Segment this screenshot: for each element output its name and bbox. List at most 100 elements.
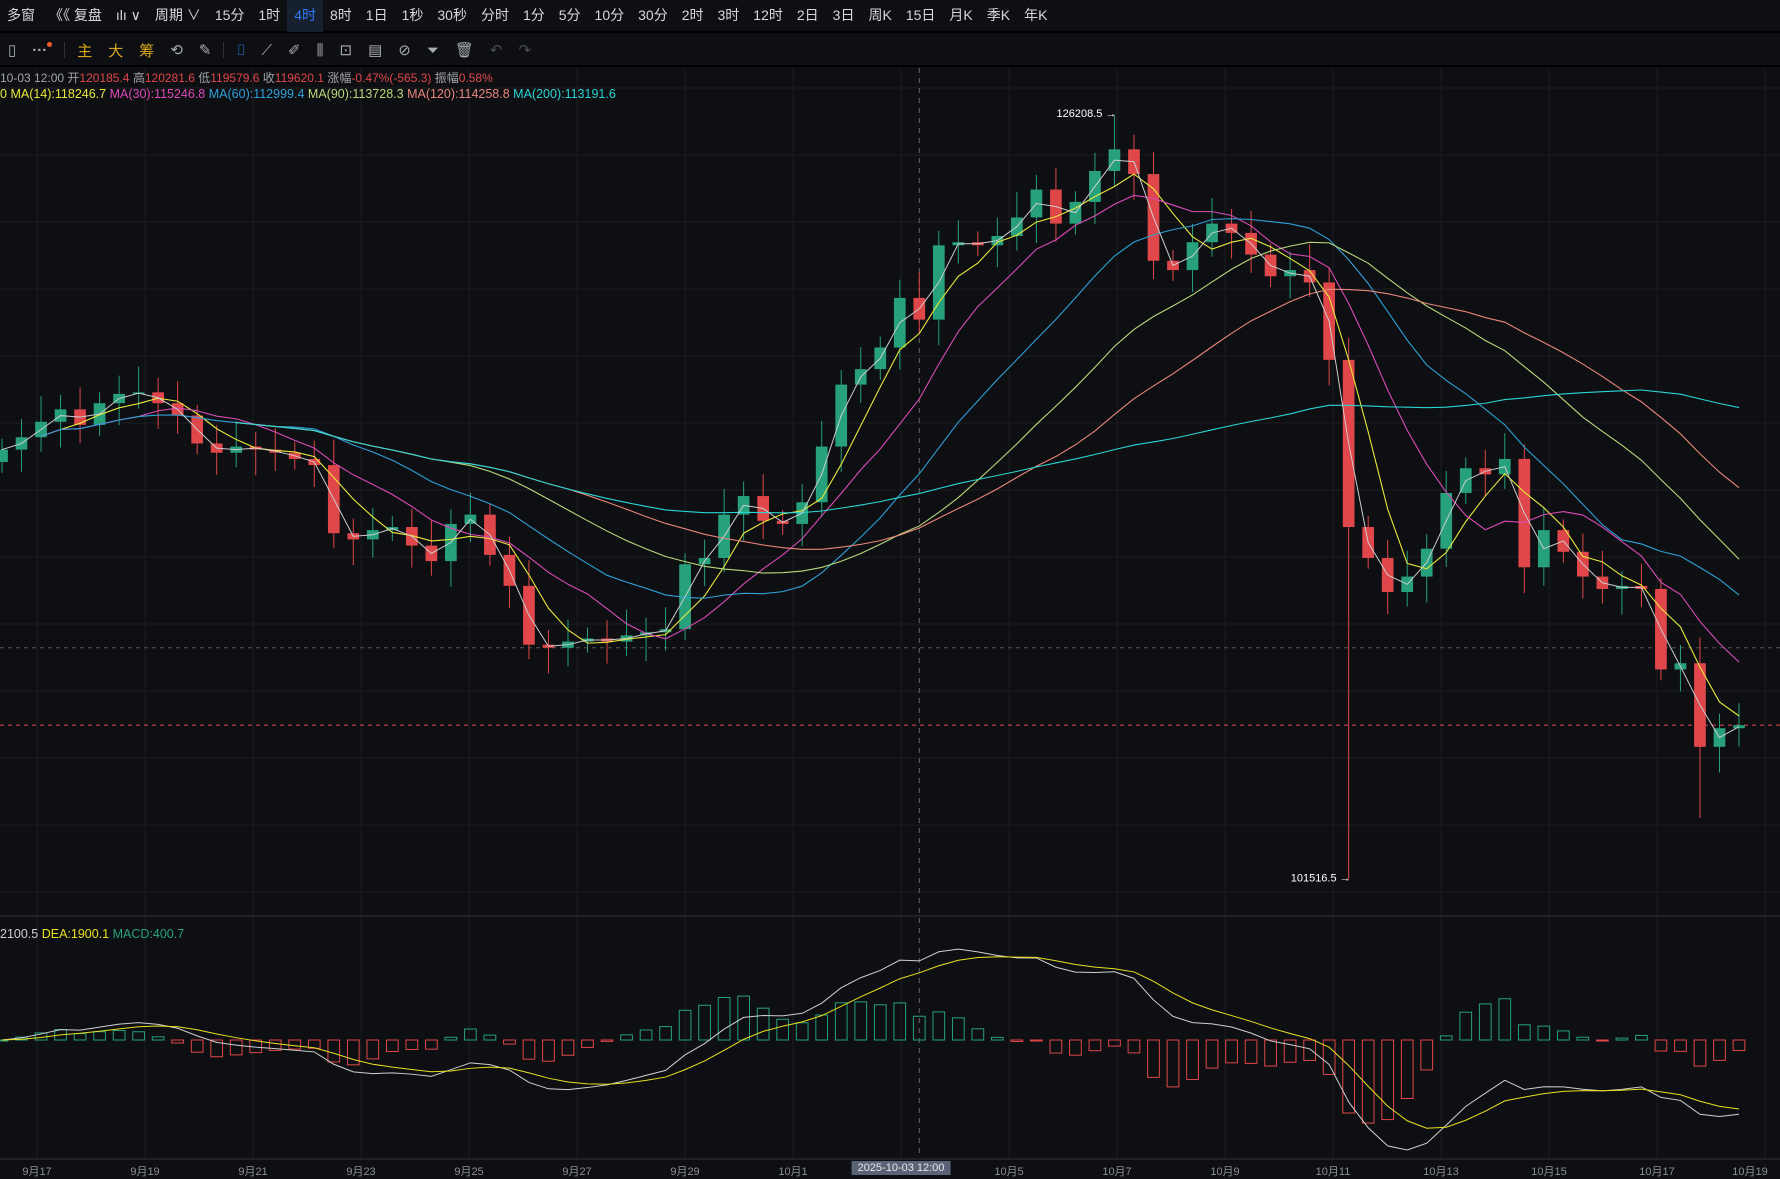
period-17[interactable]: 3时 [711, 0, 747, 32]
candle-body [0, 449, 8, 463]
time-tick: 9月21 [238, 1166, 268, 1178]
ma60-value: MA(60):112999.4 [208, 87, 305, 101]
macd-bar [639, 1029, 653, 1041]
macd-bar [1615, 1037, 1629, 1041]
trash-icon[interactable]: 🗑 [447, 41, 482, 59]
macd-bar [1596, 1039, 1609, 1042]
macd-bar [1108, 1039, 1121, 1047]
macd-bar [1556, 1030, 1570, 1041]
period-11[interactable]: 分时 [474, 0, 516, 32]
macd-bar [1225, 1039, 1238, 1064]
macd-bar [93, 1031, 106, 1041]
ma90-line [236, 241, 1740, 574]
period-6[interactable]: 4时 [287, 0, 323, 32]
period-bar: 多窗 《《 复盘 ılı ∨ 周期 ∨ 15分 1时 4时 8时 1日 1秒 30秒 分时 1分 5分 10… [0, 0, 1780, 33]
macd-bar [405, 1039, 419, 1050]
macd-bar [1147, 1039, 1160, 1078]
amplitude-label: 振幅 [434, 71, 459, 85]
macd-bar [1459, 1011, 1473, 1041]
macd-legend: 2100.5 DEA:1900.1 MACD:400.7 [0, 927, 184, 941]
period-1[interactable]: 《《 复盘 [42, 0, 109, 32]
amplitude-value: 0.58% [458, 71, 493, 85]
time-tick: 2025-10-03 12:00 [851, 1161, 951, 1175]
cycle-icon[interactable]: ⟲ [162, 41, 191, 59]
magnet-icon[interactable]: ⊘ [390, 41, 419, 59]
macd-bar [385, 1039, 399, 1052]
close-value: 119620.1 [274, 71, 324, 85]
period-7[interactable]: 8时 [323, 0, 359, 32]
macd-bar [1400, 1039, 1414, 1099]
macd-bar [1498, 998, 1512, 1041]
period-9[interactable]: 1秒 [395, 0, 431, 32]
macd-bar [932, 1011, 946, 1041]
macd-bar [600, 1039, 614, 1042]
macd-bar [1205, 1039, 1219, 1069]
macd-bar [815, 1014, 829, 1041]
macd-bar [1030, 1039, 1043, 1042]
filter-icon[interactable]: ⏷ [419, 42, 447, 59]
period-0[interactable]: 多窗 [0, 0, 42, 32]
period-5[interactable]: 1时 [251, 0, 287, 32]
pen-icon[interactable]: ✐ [280, 41, 309, 59]
time-tick: 9月23 [346, 1166, 376, 1178]
brush-icon[interactable]: ✎ [191, 41, 220, 59]
candle-date: 10-03 12:00 [0, 71, 65, 85]
macd-bar [1635, 1034, 1648, 1041]
candles-icon[interactable]: ⫼ [309, 42, 332, 59]
period-20[interactable]: 3日 [826, 0, 862, 32]
period-4[interactable]: 15分 [208, 0, 252, 32]
macd-bar [171, 1039, 185, 1044]
macd-bar [971, 1028, 985, 1041]
time-tick: 10月13 [1423, 1166, 1459, 1178]
time-tick: 9月17 [22, 1166, 52, 1178]
period-12[interactable]: 1分 [516, 0, 552, 32]
period-24[interactable]: 季K [980, 0, 1017, 32]
period-19[interactable]: 2日 [790, 0, 826, 32]
ma30-value: MA(30):115246.8 [109, 87, 206, 101]
panel-icon[interactable]: ▯ [0, 41, 24, 59]
macd-bar [795, 1022, 809, 1041]
period-16[interactable]: 2时 [675, 0, 711, 32]
macd-bar [288, 1039, 302, 1050]
main-indicator-button[interactable]: 主 [69, 40, 100, 61]
macd-bar [1186, 1039, 1199, 1081]
undo-icon[interactable]: ↶ [482, 41, 511, 59]
ruler-icon[interactable]: ⟋ [253, 42, 280, 59]
period-13[interactable]: 5分 [552, 0, 588, 32]
macd-bar [893, 1002, 907, 1041]
macd-bar [659, 1026, 672, 1041]
macd-bar [346, 1039, 360, 1066]
macd-bar [717, 996, 731, 1041]
bookmark-icon[interactable]: ⌷ [228, 42, 253, 59]
macd-bar [1693, 1039, 1707, 1067]
big-order-button[interactable]: 大 [100, 40, 131, 61]
period-10[interactable]: 30秒 [430, 0, 474, 32]
macd-bar [991, 1036, 1004, 1041]
macd-bar [951, 1017, 965, 1041]
more-button[interactable]: ··· [24, 41, 60, 59]
period-3[interactable]: 周期 ∨ [148, 0, 208, 32]
time-tick: 9月19 [130, 1166, 160, 1178]
period-14[interactable]: 10分 [588, 0, 632, 32]
period-25[interactable]: 年K [1017, 0, 1054, 32]
note-icon[interactable]: ▤ [360, 41, 390, 59]
macd-bar [483, 1034, 497, 1041]
macd-bar [366, 1039, 380, 1060]
period-15[interactable]: 30分 [631, 0, 675, 32]
macd-bar [151, 1036, 165, 1041]
ma90-value: MA(90):113728.3 [307, 87, 404, 101]
ma14-line [40, 173, 1740, 717]
macd-bar [132, 1031, 145, 1041]
period-18[interactable]: 12时 [746, 0, 790, 32]
period-21[interactable]: 周K [861, 0, 898, 32]
period-2[interactable]: ılı ∨ [109, 0, 148, 32]
candlestick-chart[interactable]: 126208.5 → 101516.5 → [0, 68, 1780, 1158]
period-8[interactable]: 1日 [359, 0, 395, 32]
redo-icon[interactable]: ↷ [510, 41, 539, 59]
period-22[interactable]: 15日 [899, 0, 943, 32]
chips-button[interactable]: 筹 [131, 40, 162, 61]
period-23[interactable]: 月K [942, 0, 979, 32]
lock-icon[interactable]: ⊡ [331, 41, 360, 59]
macd-dea: DEA:1900.1 [41, 927, 110, 941]
macd-bar [873, 1004, 887, 1041]
